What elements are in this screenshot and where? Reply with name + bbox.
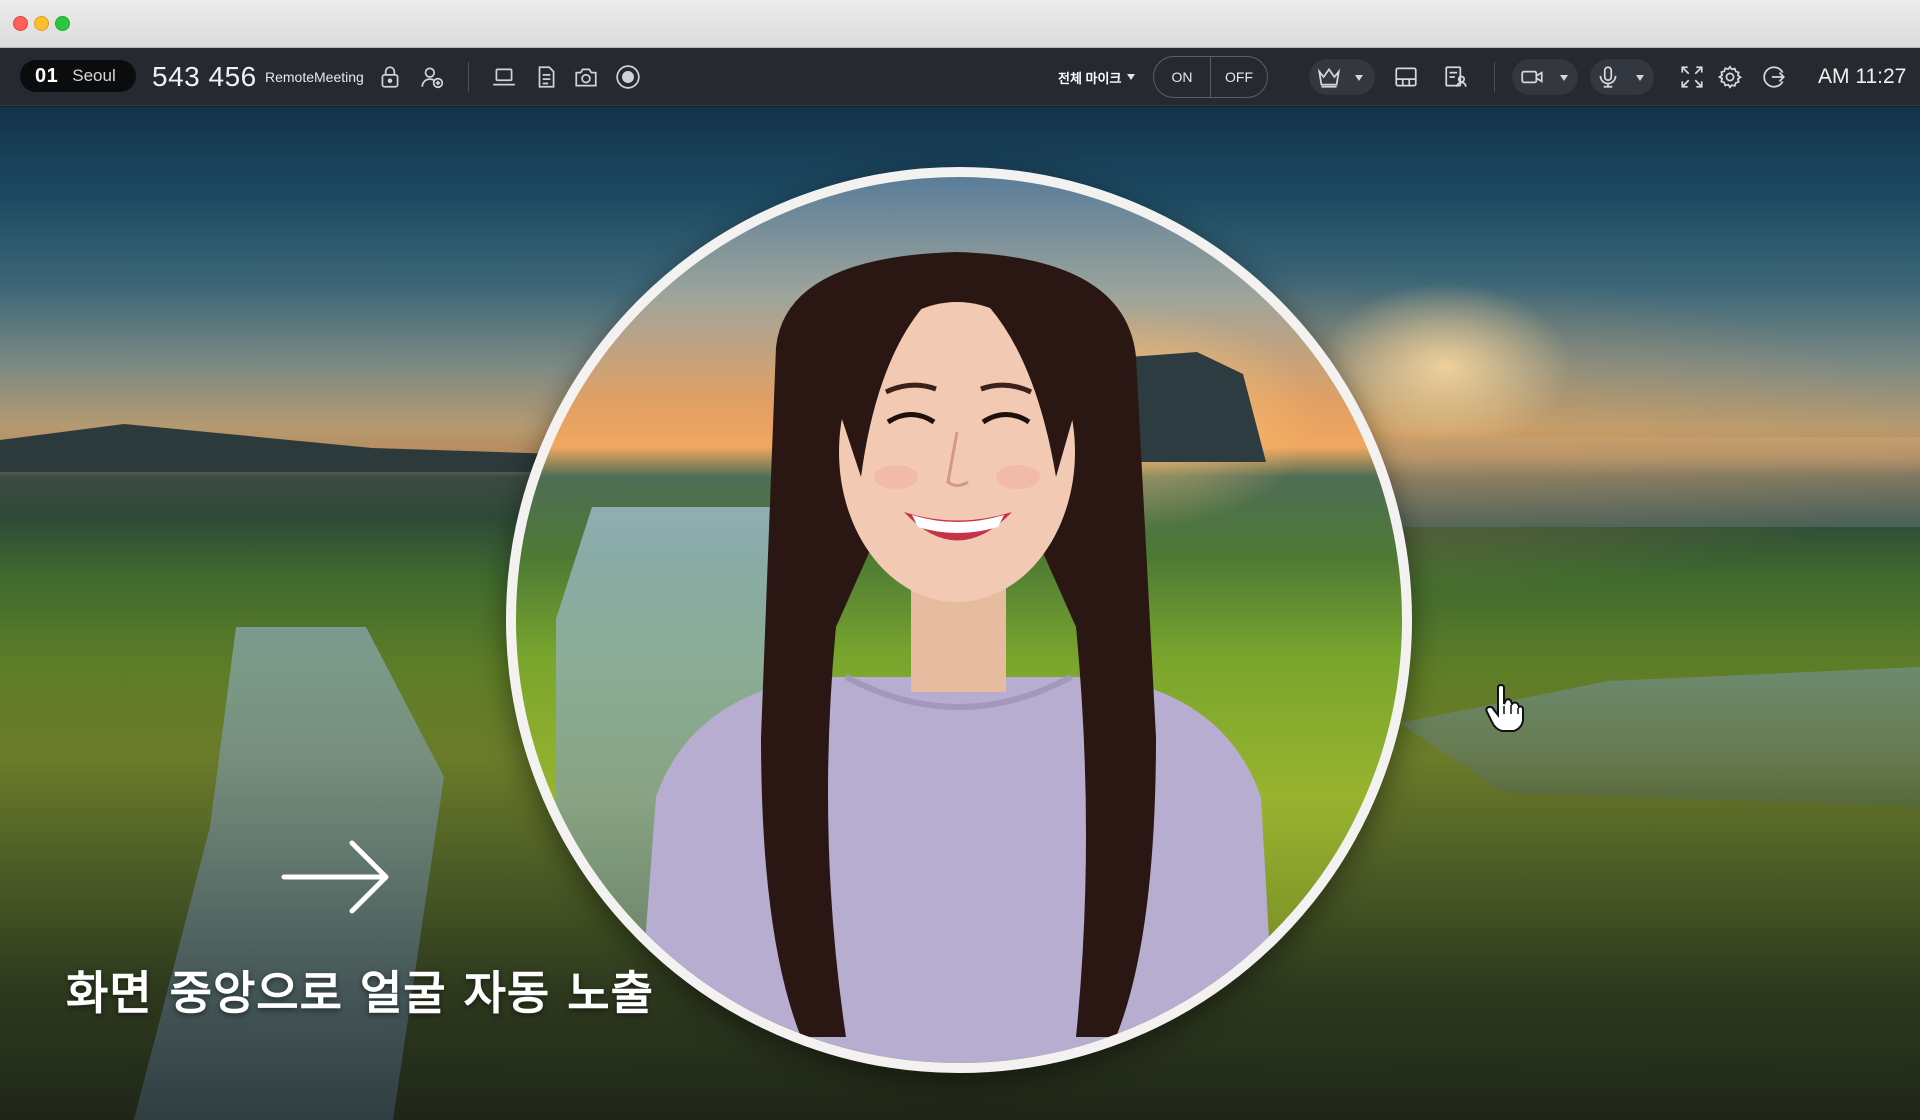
participant-video[interactable]	[506, 167, 1412, 1073]
toolbar-divider	[1494, 62, 1495, 92]
room-number: 01	[35, 64, 59, 87]
zoom-window-button[interactable]	[55, 16, 70, 31]
fullscreen-icon[interactable]	[1676, 61, 1708, 93]
chevron-down-icon[interactable]	[1355, 75, 1363, 81]
room-badge: 01 Seoul	[20, 60, 136, 92]
mic-all-label: 전체 마이크	[1058, 70, 1122, 86]
record-icon[interactable]	[612, 61, 644, 93]
toggle-on-button[interactable]: ON	[1154, 57, 1210, 97]
exit-icon[interactable]	[1758, 61, 1790, 93]
feature-caption: 화면 중앙으로 얼굴 자동 노출	[66, 966, 654, 1020]
add-user-icon[interactable]	[416, 61, 448, 93]
participant-person	[636, 252, 1276, 1063]
camera-capture-icon[interactable]	[570, 61, 602, 93]
document-icon[interactable]	[530, 61, 562, 93]
toggle-off-button[interactable]: OFF	[1211, 57, 1267, 97]
close-window-button[interactable]	[13, 16, 28, 31]
lock-icon[interactable]	[374, 61, 406, 93]
mic-all-toggle[interactable]: ON OFF	[1153, 56, 1268, 98]
microphone-icon[interactable]	[1592, 61, 1624, 93]
crown-icon[interactable]	[1313, 61, 1345, 93]
meeting-id: 543 456	[152, 61, 257, 92]
meeting-toolbar: 01 Seoul 543 456 RemoteMeeting 전체 마이크 ON…	[0, 48, 1920, 106]
chevron-down-icon[interactable]	[1560, 75, 1568, 81]
clock: AM 11:27	[1818, 65, 1907, 88]
mic-all-dropdown[interactable]: 전체 마이크	[1058, 48, 1136, 106]
document-user-icon[interactable]	[1440, 61, 1472, 93]
meeting-name: RemoteMeeting	[265, 69, 364, 85]
room-city: Seoul	[72, 66, 116, 85]
toolbar-divider	[468, 62, 469, 92]
hand-cursor-icon	[1485, 684, 1524, 732]
arrow-right-icon	[281, 840, 389, 914]
minimize-window-button[interactable]	[34, 16, 49, 31]
video-camera-icon[interactable]	[1516, 61, 1548, 93]
layout-icon[interactable]	[1390, 61, 1422, 93]
video-stage: 화면 중앙으로 얼굴 자동 노출	[0, 107, 1920, 1120]
window-titlebar	[0, 0, 1920, 48]
background-rocks	[1400, 667, 1920, 807]
gear-icon[interactable]	[1714, 61, 1746, 93]
chevron-down-icon[interactable]	[1636, 75, 1644, 81]
chevron-down-icon	[1127, 74, 1136, 80]
screen-share-icon[interactable]	[488, 61, 520, 93]
